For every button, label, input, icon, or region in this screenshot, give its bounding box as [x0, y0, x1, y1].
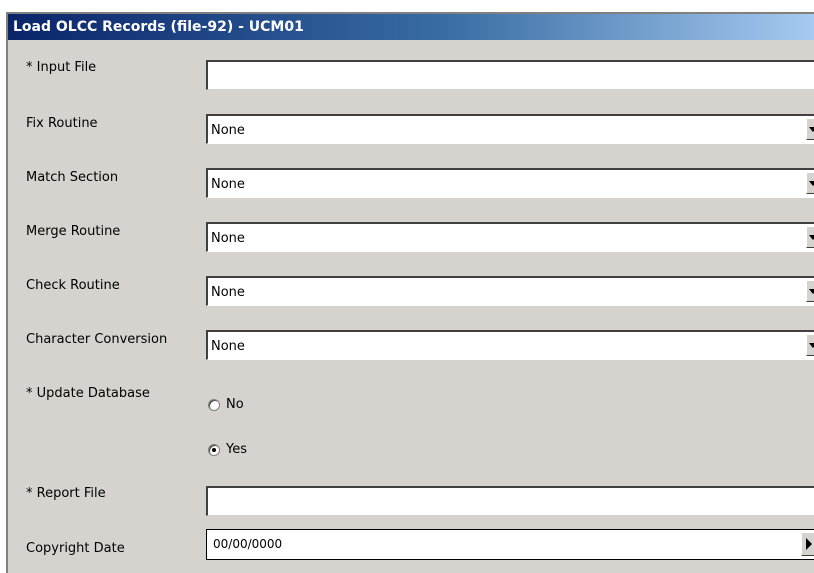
merge-routine-label: Merge Routine — [26, 224, 121, 239]
fix-routine-value: None — [211, 123, 245, 138]
copyright-date-value: 00/00/0000 — [213, 537, 283, 551]
check-routine-value: None — [211, 285, 245, 300]
update-database-label: * Update Database — [26, 386, 150, 401]
radio-no-label: No — [226, 397, 244, 412]
update-database-yes-option[interactable]: Yes — [208, 442, 247, 457]
character-conversion-select[interactable]: None — [206, 330, 814, 360]
radio-yes-label: Yes — [226, 442, 247, 457]
chevron-right-icon[interactable] — [801, 532, 814, 556]
copyright-date-field[interactable]: 00/00/0000 — [206, 529, 814, 560]
input-file-field[interactable] — [206, 60, 814, 90]
fix-routine-label: Fix Routine — [26, 116, 98, 131]
update-database-no-option[interactable]: No — [208, 397, 244, 412]
radio-no[interactable] — [208, 398, 220, 411]
chevron-down-icon[interactable] — [806, 118, 814, 140]
chevron-down-icon[interactable] — [806, 226, 814, 248]
check-routine-label: Check Routine — [26, 278, 120, 293]
report-file-label: * Report File — [26, 486, 106, 501]
load-records-window: Load OLCC Records (file-92) - UCM01 * In… — [6, 12, 814, 573]
character-conversion-value: None — [211, 339, 245, 354]
window-title: Load OLCC Records (file-92) - UCM01 — [8, 14, 814, 40]
check-routine-select[interactable]: None — [206, 276, 814, 306]
merge-routine-value: None — [211, 231, 245, 246]
chevron-down-icon[interactable] — [806, 280, 814, 302]
match-section-label: Match Section — [26, 170, 119, 185]
copyright-date-label: Copyright Date — [26, 541, 125, 556]
character-conversion-label: Character Conversion — [26, 332, 168, 347]
report-file-field[interactable] — [206, 486, 814, 516]
chevron-down-icon[interactable] — [806, 172, 814, 194]
merge-routine-select[interactable]: None — [206, 222, 814, 252]
input-file-label: * Input File — [26, 60, 97, 75]
fix-routine-select[interactable]: None — [206, 114, 814, 144]
match-section-value: None — [211, 177, 245, 192]
radio-yes[interactable] — [208, 443, 220, 456]
match-section-select[interactable]: None — [206, 168, 814, 198]
chevron-down-icon[interactable] — [806, 334, 814, 356]
